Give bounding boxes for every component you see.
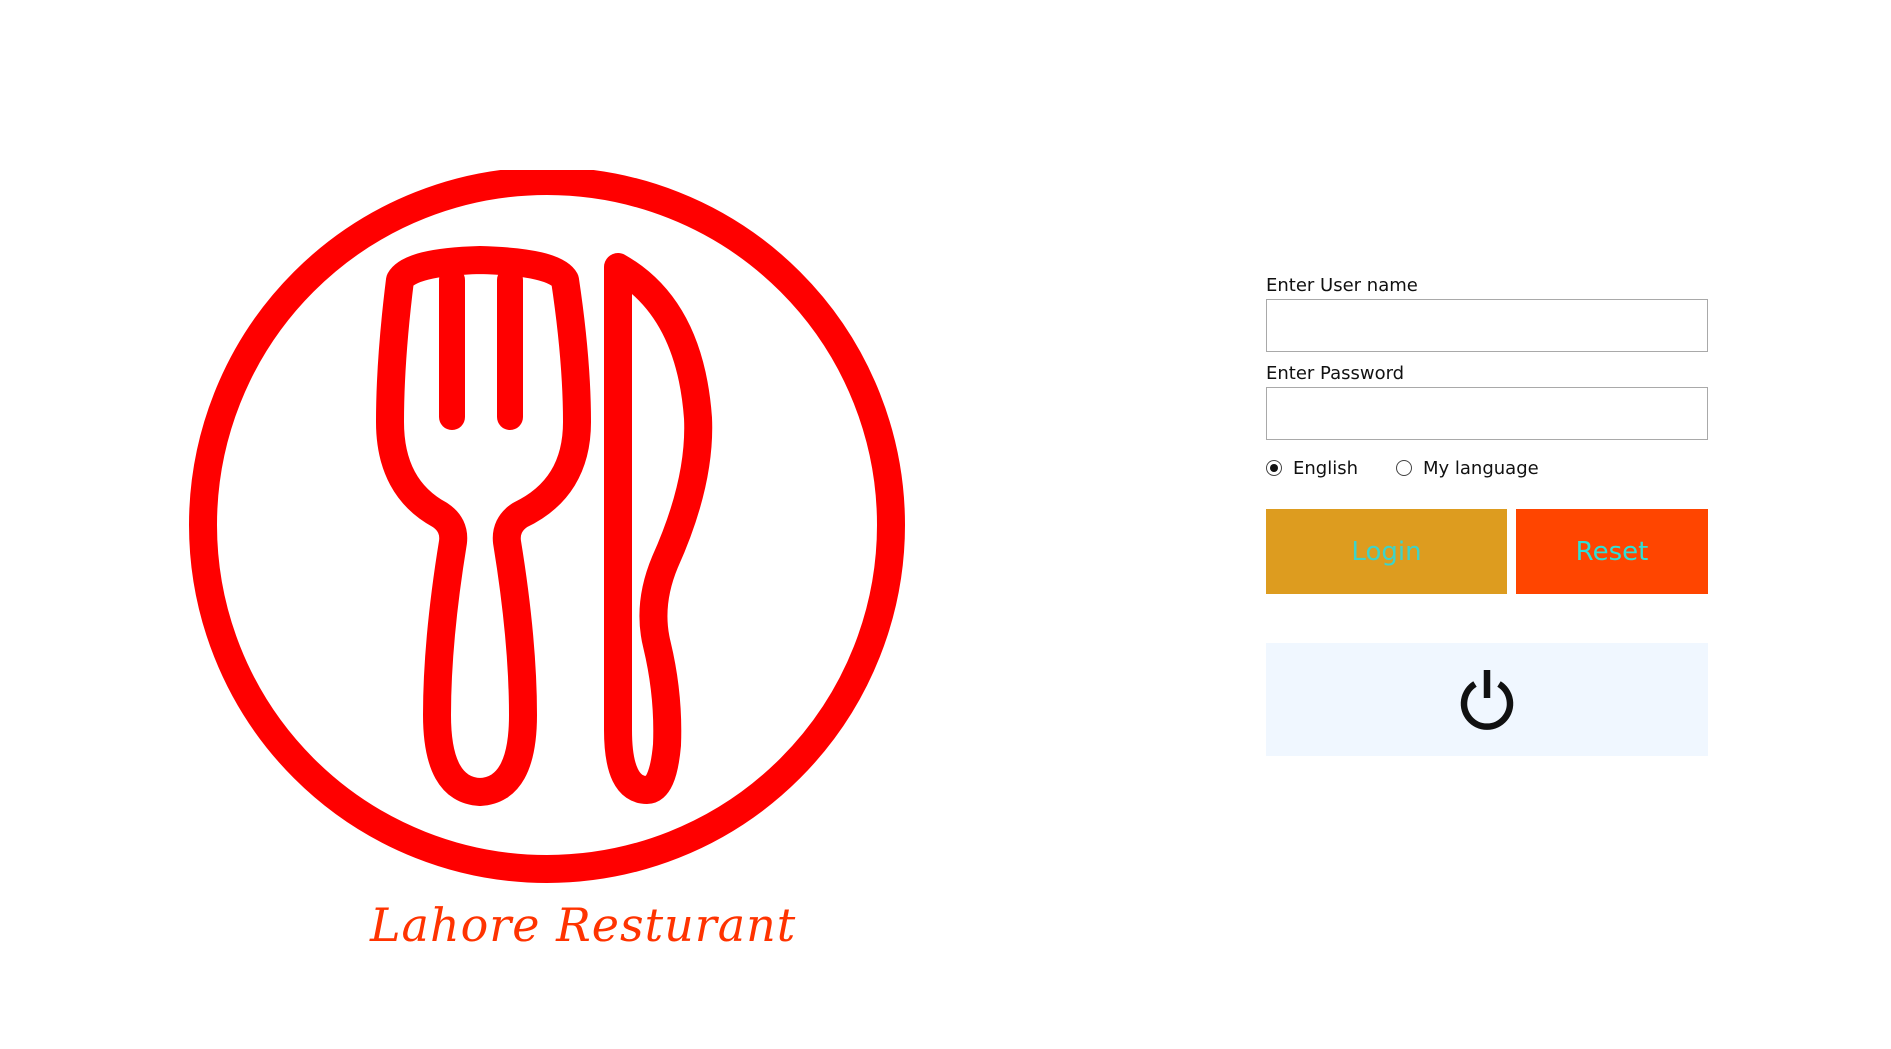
language-selector: English My language bbox=[1266, 449, 1708, 487]
reset-button[interactable]: Reset bbox=[1516, 509, 1708, 594]
password-input[interactable] bbox=[1266, 387, 1708, 440]
power-button[interactable] bbox=[1266, 643, 1708, 756]
radio-unselected-icon[interactable] bbox=[1396, 460, 1412, 476]
language-option-my-language[interactable]: My language bbox=[1396, 458, 1539, 479]
username-input[interactable] bbox=[1266, 299, 1708, 352]
login-form: Enter User name Enter Password English M… bbox=[1266, 273, 1708, 594]
login-button[interactable]: Login bbox=[1266, 509, 1507, 594]
form-actions: Login Reset bbox=[1266, 509, 1708, 594]
language-option-english[interactable]: English bbox=[1266, 458, 1358, 479]
username-label: Enter User name bbox=[1266, 275, 1418, 296]
language-option-label: My language bbox=[1423, 457, 1539, 479]
power-icon bbox=[1460, 669, 1514, 730]
language-option-label: English bbox=[1293, 457, 1358, 479]
restaurant-logo bbox=[185, 170, 915, 890]
password-label: Enter Password bbox=[1266, 363, 1405, 384]
restaurant-name: Lahore Resturant bbox=[370, 898, 797, 952]
radio-selected-icon[interactable] bbox=[1266, 460, 1282, 476]
fork-knife-plate-icon bbox=[189, 170, 905, 883]
login-window: Lahore Resturant Enter User name Enter P… bbox=[0, 0, 1891, 1049]
